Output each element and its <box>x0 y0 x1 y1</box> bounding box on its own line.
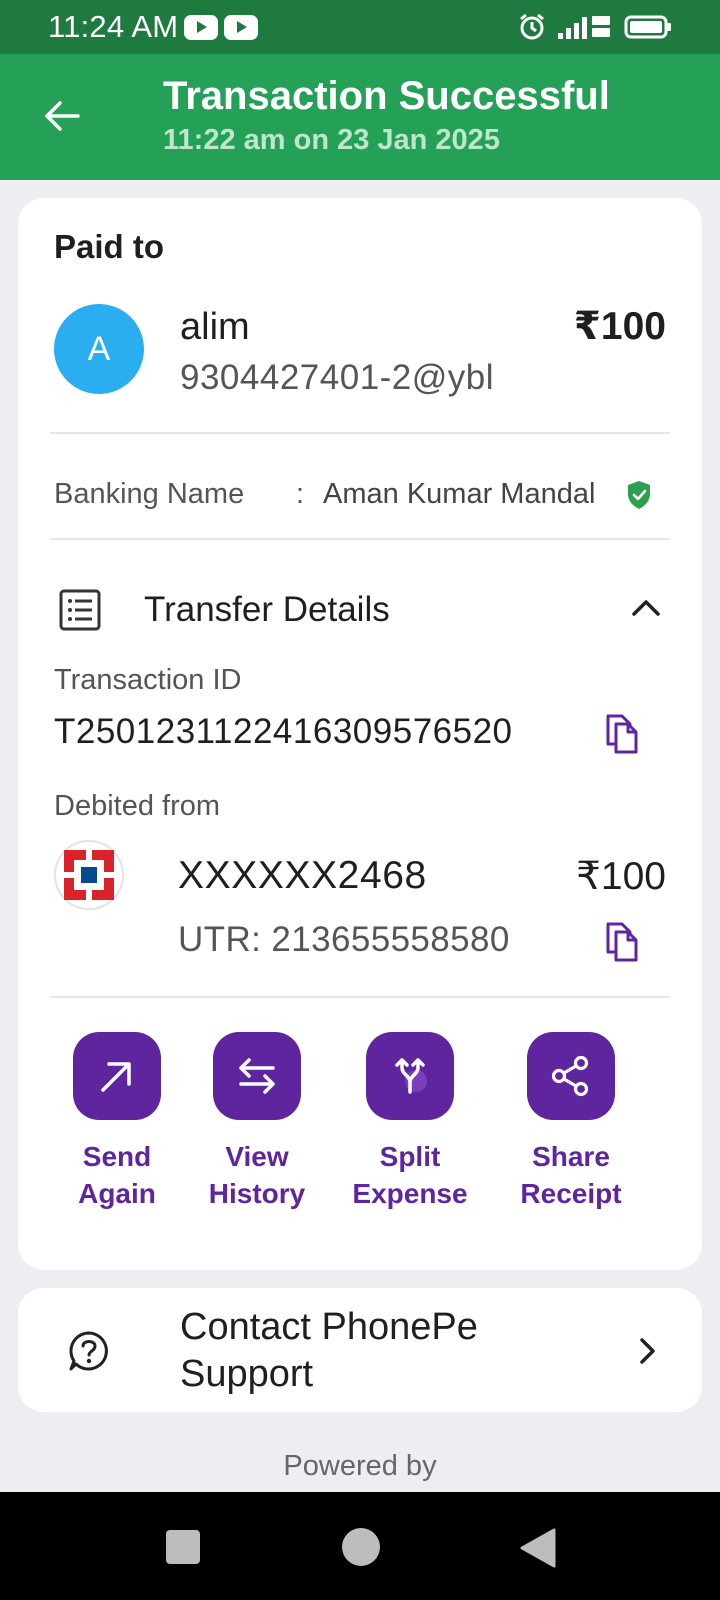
split-icon <box>395 1058 427 1094</box>
bank-logo <box>54 840 124 910</box>
transaction-id-label: Transaction ID <box>54 664 242 696</box>
banking-name-separator: : <box>296 478 305 510</box>
youtube-notification-icon <box>224 14 259 40</box>
transfer-details-title[interactable]: Transfer Details <box>144 590 390 630</box>
share-receipt-icon-button[interactable] <box>527 1032 615 1120</box>
status-right <box>518 13 672 41</box>
split-expense-label: Split Expense <box>352 1141 468 1209</box>
send-again-button[interactable]: Send Again <box>47 1032 187 1212</box>
payee-upi-id: 9304427401-2@ybl <box>180 358 495 397</box>
back-arrow-icon[interactable] <box>40 94 84 138</box>
home-button[interactable] <box>342 1528 380 1566</box>
share-icon <box>551 1055 589 1097</box>
nav-back-icon[interactable] <box>518 1528 556 1568</box>
payee-name: alim <box>180 306 250 348</box>
chevron-up-icon[interactable] <box>626 588 666 628</box>
alarm-icon <box>520 13 544 40</box>
copy-icon[interactable] <box>602 920 642 964</box>
status-left: 11:24 AM <box>48 9 259 45</box>
utr-number: UTR: 213655558580 <box>178 920 510 959</box>
banking-name-label: Banking Name <box>54 478 245 510</box>
split-expense-button[interactable]: Split Expense <box>340 1032 480 1212</box>
debit-account-number: XXXXXX2468 <box>178 854 427 897</box>
divider <box>50 996 670 998</box>
system-navigation-bar <box>0 1492 720 1600</box>
send-again-icon-button[interactable] <box>73 1032 161 1120</box>
arrow-up-right-icon <box>101 1062 131 1092</box>
paid-to-label: Paid to <box>54 228 165 265</box>
contact-support-row[interactable]: Contact PhonePe Support <box>18 1288 702 1412</box>
youtube-notification-icon <box>184 14 219 40</box>
debit-amount: ₹100 <box>576 855 666 898</box>
paid-amount: ₹100 <box>573 305 666 348</box>
verified-shield-icon <box>628 481 650 509</box>
transaction-card: Paid to A alim 9304427401-2@ybl ₹100 Ban… <box>18 198 702 1270</box>
signal-icon <box>558 16 610 39</box>
debited-from-label: Debited from <box>54 790 221 822</box>
divider <box>50 538 670 540</box>
battery-icon <box>624 15 671 39</box>
status-bar: 11:24 AM <box>0 0 720 54</box>
receipt-list-icon <box>59 589 101 631</box>
status-time: 11:24 AM <box>48 9 179 44</box>
swap-arrows-icon <box>239 1058 275 1094</box>
recents-button[interactable] <box>166 1530 200 1564</box>
help-question-icon <box>69 1331 108 1371</box>
transaction-timestamp: 11:22 am on 23 Jan 2025 <box>163 124 500 156</box>
view-history-label: View History <box>208 1141 306 1209</box>
powered-by-label: Powered by <box>283 1450 437 1482</box>
share-receipt-button[interactable]: Share Receipt <box>501 1032 641 1212</box>
avatar: A <box>54 304 144 394</box>
header: Transaction Successful 11:22 am on 23 Ja… <box>0 54 720 180</box>
share-receipt-label: Share Receipt <box>520 1141 622 1209</box>
copy-icon[interactable] <box>602 712 642 756</box>
chevron-right-icon <box>640 1338 655 1364</box>
contact-support-label: Contact PhonePe Support <box>180 1306 478 1395</box>
avatar-letter: A <box>87 329 111 368</box>
transaction-id-value: T2501231122416309576520 <box>54 712 513 751</box>
page-title: Transaction Successful <box>163 74 610 118</box>
view-history-icon-button[interactable] <box>213 1032 301 1120</box>
divider <box>50 432 670 434</box>
send-again-label: Send Again <box>78 1141 156 1209</box>
split-expense-icon-button[interactable] <box>366 1032 454 1120</box>
view-history-button[interactable]: View History <box>187 1032 327 1212</box>
banking-name-value: Aman Kumar Mandal <box>323 478 596 510</box>
